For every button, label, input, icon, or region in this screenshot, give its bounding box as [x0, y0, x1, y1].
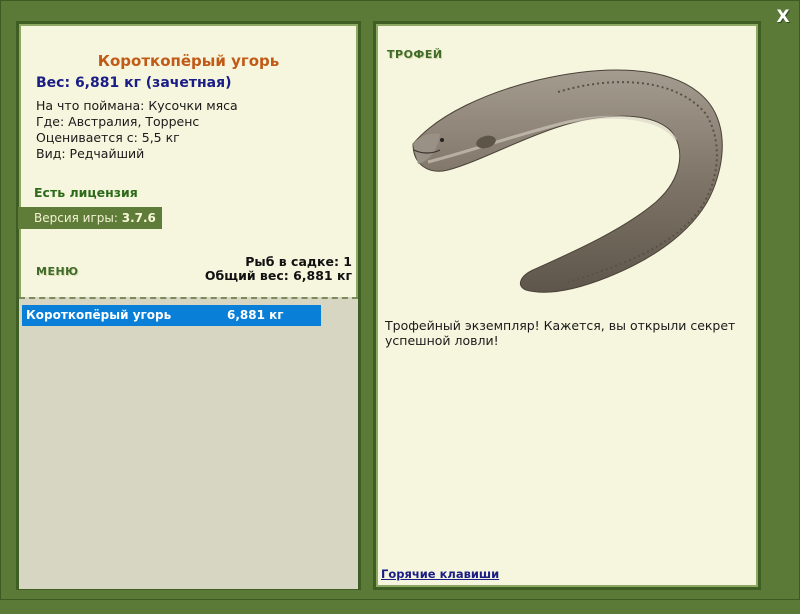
bait-info: На что поймана: Кусочки мяса	[36, 98, 238, 113]
license-status: Есть лицензия	[34, 185, 138, 200]
rarity-info: Вид: Редчайший	[36, 146, 145, 161]
version-label: Версия игры:	[34, 211, 118, 225]
catch-list[interactable]: Короткопёрый угорь 6,881 кг	[19, 297, 358, 589]
fish-title: Короткопёрый угорь	[97, 52, 280, 70]
hotkeys-link[interactable]: Горячие клавиши	[381, 567, 499, 581]
keepnet-summary: Рыб в садке: 1 Общий вес: 6,881 кг	[205, 255, 352, 283]
eel-eye	[440, 138, 444, 142]
keepnet-count: Рыб в садке: 1	[245, 254, 352, 269]
menu-button[interactable]: МЕНЮ	[36, 265, 79, 278]
eel-image	[412, 69, 723, 293]
catch-weight: 6,881 кг	[227, 308, 284, 322]
rated-info: Оценивается с: 5,5 кг	[36, 130, 180, 145]
version-bar: Версия игры: 3.7.6	[18, 207, 162, 229]
trophy-description: Трофейный экземпляр! Кажется, вы открыли…	[385, 318, 736, 348]
list-item[interactable]: Короткопёрый угорь 6,881 кг	[22, 305, 321, 326]
keepnet-total: Общий вес: 6,881 кг	[204, 268, 352, 283]
close-button[interactable]: X	[772, 6, 794, 28]
version-value: 3.7.6	[121, 211, 156, 225]
trophy-panel: ТРОФЕЙ Трофейный экземпляр! Кажется, вы …	[373, 21, 761, 590]
fish-weight: Вес: 6,881 кг (зачетная)	[36, 75, 232, 91]
fish-info-panel: Короткопёрый угорь Вес: 6,881 кг (зачетн…	[16, 21, 361, 590]
location-info: Где: Австралия, Торренс	[36, 114, 200, 129]
catch-name: Короткопёрый угорь	[26, 308, 172, 322]
